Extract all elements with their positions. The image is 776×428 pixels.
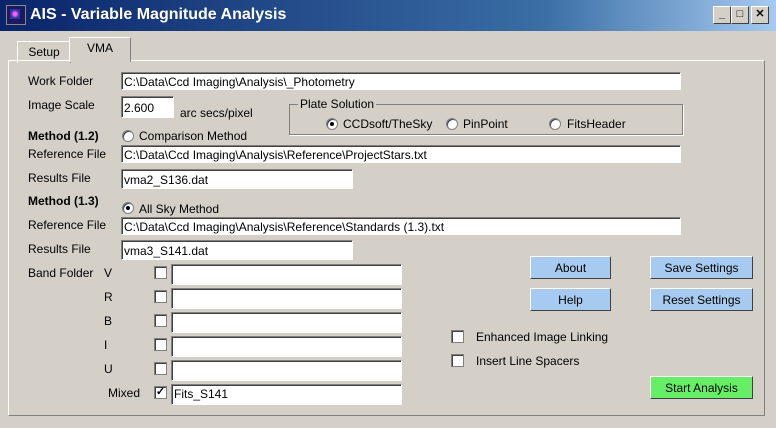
all-sky-method-radio[interactable]: [122, 202, 134, 214]
band-v-label: V: [104, 266, 113, 280]
mixed-checkbox[interactable]: ✓: [154, 386, 167, 399]
method13-results-label: Results File: [28, 242, 91, 256]
reset-settings-button[interactable]: Reset Settings: [650, 288, 753, 311]
help-button[interactable]: Help: [530, 288, 611, 311]
plate-solution-label: Plate Solution: [298, 97, 377, 111]
band-b-label: B: [104, 314, 113, 328]
method13-reference-label: Reference File: [28, 218, 107, 232]
method12-results-input[interactable]: vma2_S136.dat: [121, 169, 353, 189]
band-i-input[interactable]: [171, 336, 402, 357]
all-sky-method-label: All Sky Method: [139, 202, 220, 216]
method12-results-label: Results File: [28, 171, 91, 185]
method13-label: Method (1.3): [28, 194, 99, 208]
plate-pinpoint-radio[interactable]: [446, 118, 458, 130]
plate-fitsheader-label: FitsHeader: [567, 117, 626, 131]
insert-spacers-label: Insert Line Spacers: [476, 354, 580, 368]
plate-pinpoint-label: PinPoint: [463, 117, 508, 131]
image-scale-unit: arc secs/pixel: [180, 106, 253, 120]
band-b-input[interactable]: [171, 312, 402, 333]
mixed-label: Mixed: [108, 386, 141, 400]
minimize-button[interactable]: _: [713, 6, 731, 24]
comparison-method-radio[interactable]: [122, 130, 134, 142]
band-u-label: U: [104, 362, 113, 376]
insert-spacers-checkbox[interactable]: [451, 354, 464, 367]
band-folder-label: Band Folder: [28, 266, 94, 280]
method13-reference-input[interactable]: C:\Data\Ccd Imaging\Analysis\Reference\S…: [121, 217, 681, 235]
band-i-checkbox[interactable]: [154, 338, 167, 351]
plate-ccdsoft-radio[interactable]: [326, 118, 338, 130]
tab-vma[interactable]: VMA: [69, 37, 131, 62]
band-r-input[interactable]: [171, 288, 402, 309]
band-v-input[interactable]: [171, 264, 402, 285]
start-analysis-button[interactable]: Start Analysis: [650, 376, 753, 399]
band-v-checkbox[interactable]: [154, 266, 167, 279]
plate-ccdsoft-label: CCDsoft/TheSky: [343, 117, 433, 131]
enhanced-linking-label: Enhanced Image Linking: [476, 330, 609, 344]
window-title: AIS - Variable Magnitude Analysis: [30, 6, 287, 23]
method12-label: Method (1.2): [28, 129, 99, 143]
band-r-label: R: [104, 290, 113, 304]
band-b-checkbox[interactable]: [154, 314, 167, 327]
comparison-method-label: Comparison Method: [139, 129, 248, 143]
band-i-label: I: [104, 338, 108, 352]
image-scale-input[interactable]: 2.600: [121, 96, 174, 118]
method13-results-input[interactable]: vma3_S141.dat: [121, 240, 353, 260]
mixed-input[interactable]: Fits_S141: [171, 384, 402, 405]
method12-reference-input[interactable]: C:\Data\Ccd Imaging\Analysis\Reference\P…: [121, 145, 681, 163]
band-r-checkbox[interactable]: [154, 290, 167, 303]
plate-fitsheader-radio[interactable]: [549, 118, 561, 130]
enhanced-linking-checkbox[interactable]: [451, 330, 464, 343]
image-scale-label: Image Scale: [28, 98, 95, 112]
maximize-button[interactable]: □: [731, 6, 749, 24]
band-u-checkbox[interactable]: [154, 362, 167, 375]
app-icon: [6, 5, 26, 25]
about-button[interactable]: About: [530, 256, 611, 279]
save-settings-button[interactable]: Save Settings: [650, 256, 753, 279]
method12-reference-label: Reference File: [28, 147, 107, 161]
band-u-input[interactable]: [171, 360, 402, 381]
work-folder-label: Work Folder: [28, 74, 94, 88]
close-button[interactable]: ✕: [751, 6, 769, 24]
work-folder-input[interactable]: C:\Data\Ccd Imaging\Analysis\_Photometry: [121, 72, 681, 90]
